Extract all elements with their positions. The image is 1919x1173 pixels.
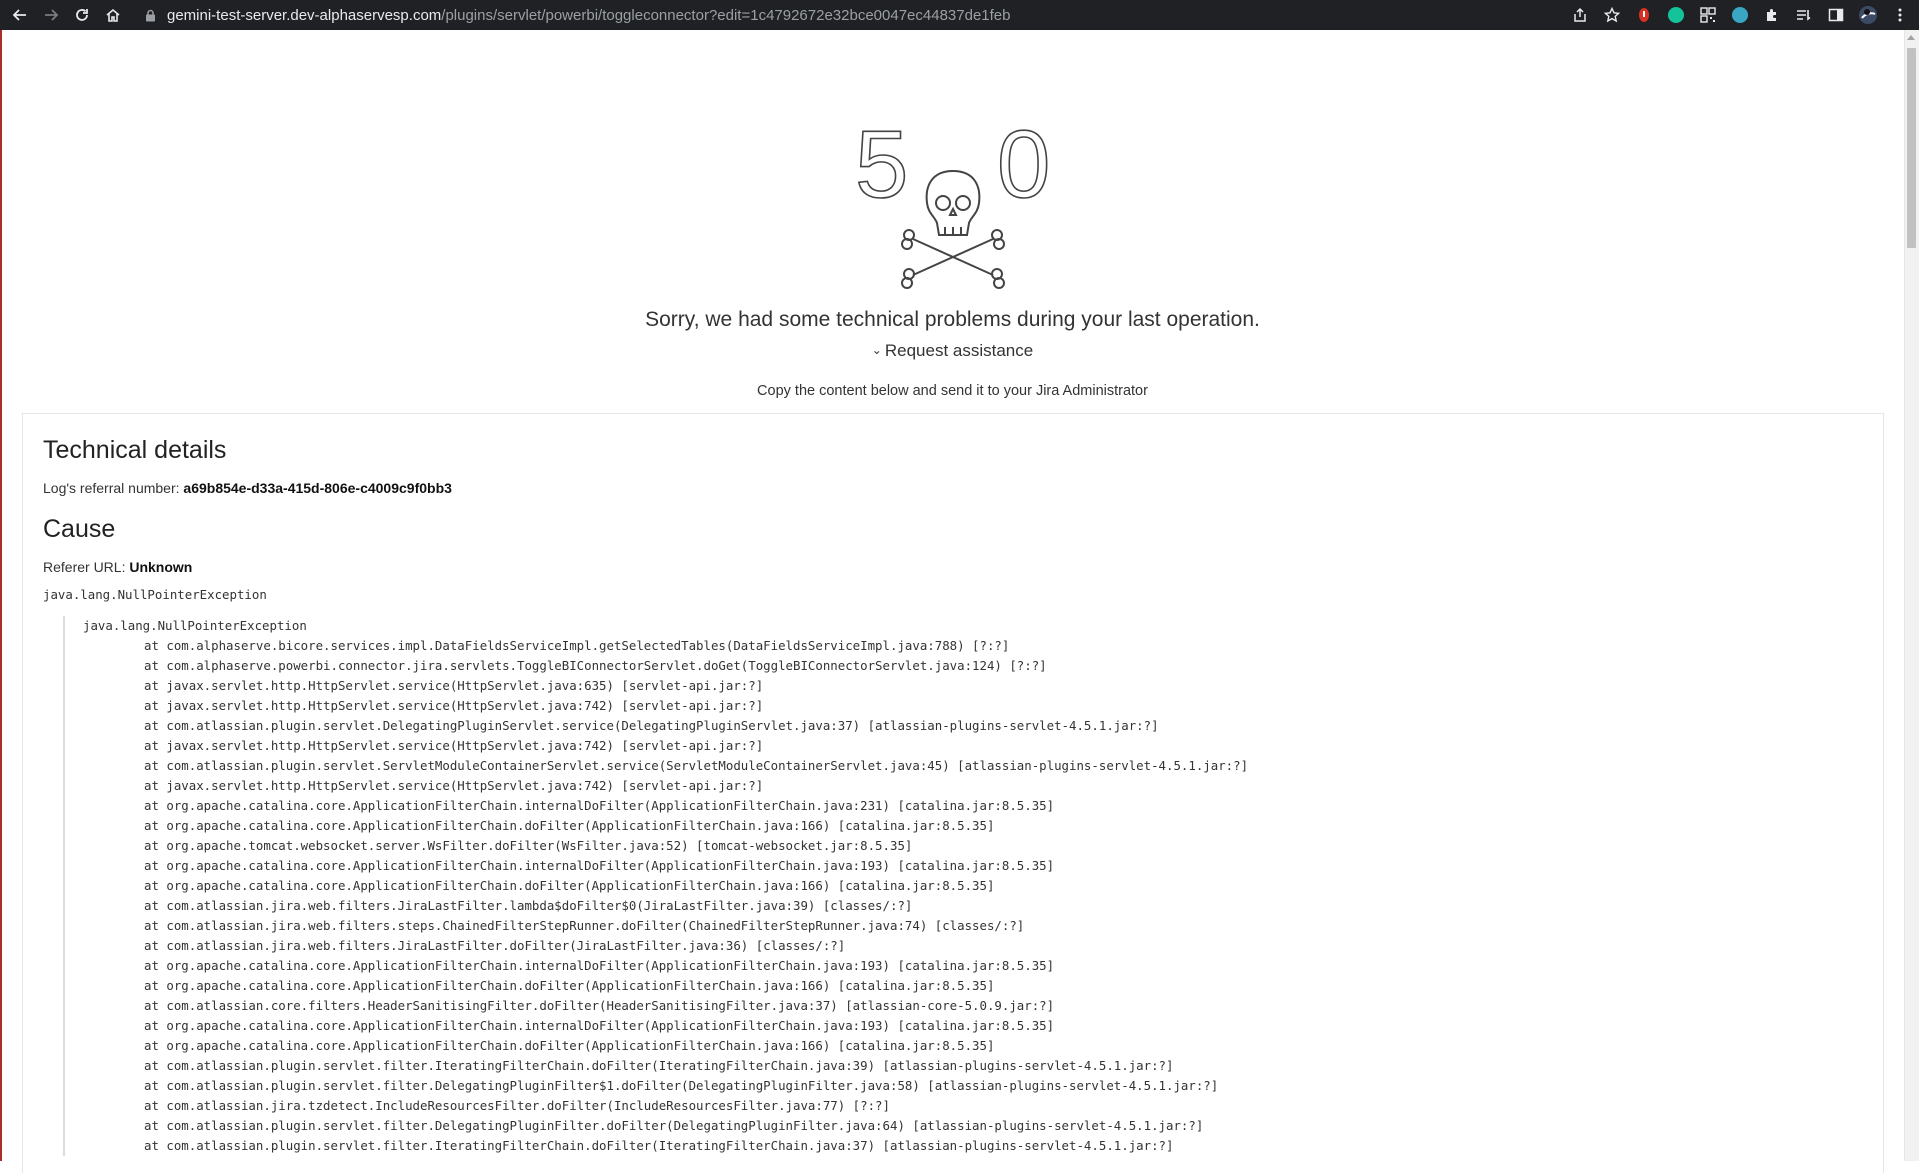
stack-frame: at com.atlassian.plugin.servlet.Delegati…	[144, 718, 1159, 733]
stack-frame: at com.atlassian.jira.web.filters.JiraLa…	[144, 898, 913, 913]
url-path: /plugins/servlet/powerbi/toggleconnector…	[441, 6, 1011, 24]
technical-details-heading: Technical details	[43, 436, 227, 464]
side-panel-icon[interactable]	[1825, 4, 1847, 26]
back-icon[interactable]	[9, 4, 31, 26]
stack-frame: at org.apache.catalina.core.ApplicationF…	[144, 1018, 1055, 1033]
stack-frame: at org.apache.catalina.core.ApplicationF…	[144, 858, 1055, 873]
error-page: 5 0 Sorry, we had some technical problem…	[0, 30, 1919, 1173]
url-text: gemini-test-server.dev-alphaservesp.com/…	[167, 7, 1010, 24]
menu-kebab-icon[interactable]	[1889, 4, 1911, 26]
stack-frame: at com.atlassian.plugin.servlet.filter.I…	[144, 1058, 1174, 1073]
cause-heading: Cause	[43, 515, 116, 543]
referer-label: Referer URL:	[43, 559, 126, 575]
request-assistance-label: Request assistance	[884, 341, 1034, 360]
lock-icon[interactable]	[143, 8, 157, 22]
extension-m-icon[interactable]	[1729, 4, 1751, 26]
digit-five: 5	[855, 115, 908, 218]
profile-avatar[interactable]	[1857, 4, 1879, 26]
forward-icon[interactable]	[40, 4, 62, 26]
stack-frame: at javax.servlet.http.HttpServlet.servic…	[144, 678, 764, 693]
stack-frame: at com.atlassian.jira.tzdetect.IncludeRe…	[144, 1098, 890, 1113]
stack-frame: at javax.servlet.http.HttpServlet.servic…	[144, 738, 764, 753]
stack-trace: java.lang.NullPointerException at com.al…	[63, 616, 1873, 1156]
error-500-illustration: 5 0	[854, 110, 1055, 295]
stack-frame: at com.alphaserve.bicore.services.impl.D…	[144, 638, 1010, 653]
request-assistance-toggle[interactable]: ⌄ Request assistance	[0, 341, 1905, 361]
stack-frame: at com.atlassian.jira.web.filters.steps.…	[144, 918, 1025, 933]
qr-icon[interactable]	[1697, 4, 1719, 26]
reload-icon[interactable]	[71, 4, 93, 26]
stack-frame: at javax.servlet.http.HttpServlet.servic…	[144, 698, 764, 713]
home-icon[interactable]	[102, 4, 124, 26]
extension-icon[interactable]	[1633, 4, 1655, 26]
url-host: gemini-test-server.dev-alphaservesp.com	[167, 6, 442, 24]
address-bar[interactable]: gemini-test-server.dev-alphaservesp.com/…	[143, 3, 1563, 27]
stack-frame: at com.atlassian.jira.web.filters.JiraLa…	[144, 938, 846, 953]
log-referral-label: Log's referral number:	[43, 480, 180, 496]
stack-trace-head: java.lang.NullPointerException	[83, 618, 307, 633]
stack-frame: at com.alphaserve.powerbi.connector.jira…	[144, 658, 1047, 673]
stack-frame: at com.atlassian.core.filters.HeaderSani…	[144, 998, 1055, 1013]
error-message: Sorry, we had some technical problems du…	[645, 308, 1260, 331]
stack-frame: at com.atlassian.plugin.servlet.filter.I…	[144, 1138, 1174, 1153]
toolbar-actions	[1569, 3, 1911, 27]
bookmark-star-icon[interactable]	[1601, 4, 1623, 26]
page-scrollbar[interactable]	[1904, 30, 1919, 1161]
share-icon[interactable]	[1569, 4, 1591, 26]
scrollbar-thumb[interactable]	[1907, 48, 1916, 248]
stack-frame: at javax.servlet.http.HttpServlet.servic…	[144, 778, 764, 793]
stack-frame: at com.atlassian.plugin.servlet.filter.D…	[144, 1078, 1219, 1093]
digit-zero: 0	[997, 115, 1050, 218]
stack-frame: at org.apache.catalina.core.ApplicationF…	[144, 958, 1055, 973]
stack-frame: at com.atlassian.plugin.servlet.filter.D…	[144, 1118, 1204, 1133]
referer-url: Referer URL: Unknown	[43, 559, 192, 575]
stack-frame: at org.apache.catalina.core.ApplicationF…	[144, 798, 1055, 813]
reading-list-icon[interactable]	[1793, 4, 1815, 26]
page-edge-marker	[0, 30, 2, 1161]
puzzle-extensions-icon[interactable]	[1761, 4, 1783, 26]
stack-frame: at org.apache.catalina.core.ApplicationF…	[144, 978, 995, 993]
stack-frame: at com.atlassian.plugin.servlet.ServletM…	[144, 758, 1249, 773]
technical-details-panel: Technical details Log's referral number:…	[22, 413, 1884, 1173]
stack-frame: at org.apache.tomcat.websocket.server.Ws…	[144, 838, 913, 853]
exception-name: java.lang.NullPointerException	[43, 587, 267, 602]
chevron-down-icon: ⌄	[871, 343, 882, 357]
log-referral: Log's referral number: a69b854e-d33a-415…	[43, 480, 452, 496]
scroll-up-arrow-icon[interactable]	[1907, 35, 1915, 40]
referer-value: Unknown	[129, 559, 193, 575]
stack-frame: at org.apache.catalina.core.ApplicationF…	[144, 818, 995, 833]
stack-frame: at org.apache.catalina.core.ApplicationF…	[144, 1038, 995, 1053]
stack-frame: at org.apache.catalina.core.ApplicationF…	[144, 878, 995, 893]
copy-instructions: Copy the content below and send it to yo…	[757, 383, 1148, 399]
browser-toolbar: gemini-test-server.dev-alphaservesp.com/…	[0, 0, 1919, 30]
grammarly-icon[interactable]	[1665, 4, 1687, 26]
skull-crossbones-icon	[901, 169, 1005, 289]
log-referral-number: a69b854e-d33a-415d-806e-c4009c9f0bb3	[183, 480, 452, 496]
